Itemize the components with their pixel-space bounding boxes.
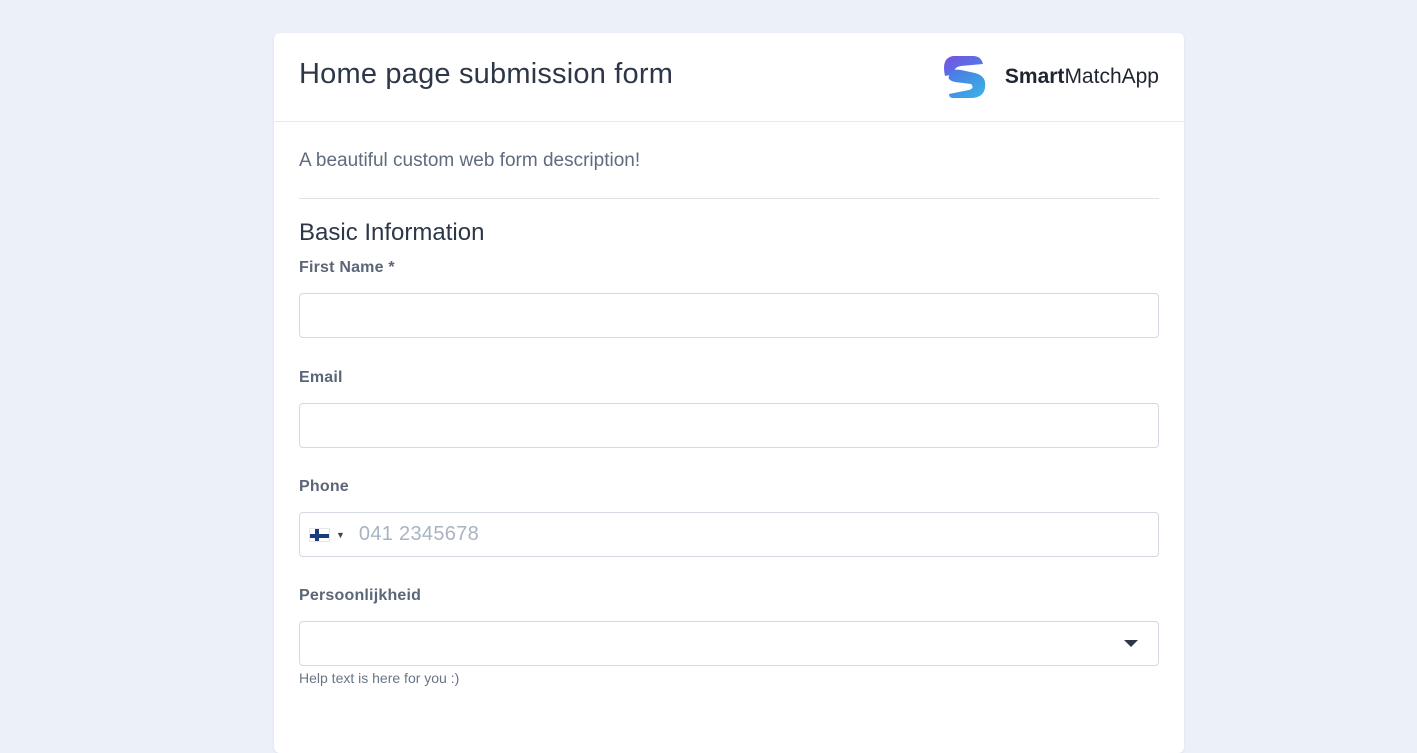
country-dropdown-caret-icon[interactable]: ▼ bbox=[336, 530, 345, 540]
smartmatchapp-logo-icon bbox=[943, 56, 986, 98]
form-header: Home page submission form SmartMatchApp bbox=[274, 33, 1184, 122]
phone-label: Phone bbox=[299, 478, 349, 495]
email-field: Email bbox=[299, 369, 1159, 448]
form-description: A beautiful custom web form description! bbox=[299, 122, 1159, 199]
section-title: Basic Information bbox=[299, 219, 485, 246]
personality-help-text: Help text is here for you :) bbox=[299, 670, 460, 686]
brand-name: SmartMatchApp bbox=[1005, 65, 1159, 89]
email-input[interactable] bbox=[299, 403, 1159, 448]
email-label: Email bbox=[299, 369, 343, 386]
phone-field: Phone ▼ 041 2345678 bbox=[299, 478, 1159, 557]
phone-input[interactable]: ▼ 041 2345678 bbox=[299, 512, 1159, 557]
first-name-input[interactable] bbox=[299, 293, 1159, 338]
personality-label: Persoonlijkheid bbox=[299, 587, 422, 604]
form-title: Home page submission form bbox=[299, 58, 674, 90]
form-body: A beautiful custom web form description!… bbox=[274, 122, 1184, 686]
brand: SmartMatchApp bbox=[941, 52, 1159, 102]
personality-field: Persoonlijkheid Help text is here for yo… bbox=[299, 587, 1159, 686]
first-name-label: First Name * bbox=[299, 259, 395, 276]
chevron-down-icon[interactable] bbox=[1124, 640, 1138, 647]
phone-placeholder: 041 2345678 bbox=[358, 523, 480, 545]
first-name-field: First Name * bbox=[299, 259, 1159, 338]
brand-name-bold: Smart bbox=[1004, 65, 1065, 88]
finland-flag-icon[interactable] bbox=[309, 527, 330, 542]
personality-select[interactable] bbox=[299, 621, 1159, 666]
form-card: Home page submission form SmartMatchApp bbox=[274, 33, 1184, 753]
brand-name-rest: MatchApp bbox=[1064, 65, 1159, 88]
